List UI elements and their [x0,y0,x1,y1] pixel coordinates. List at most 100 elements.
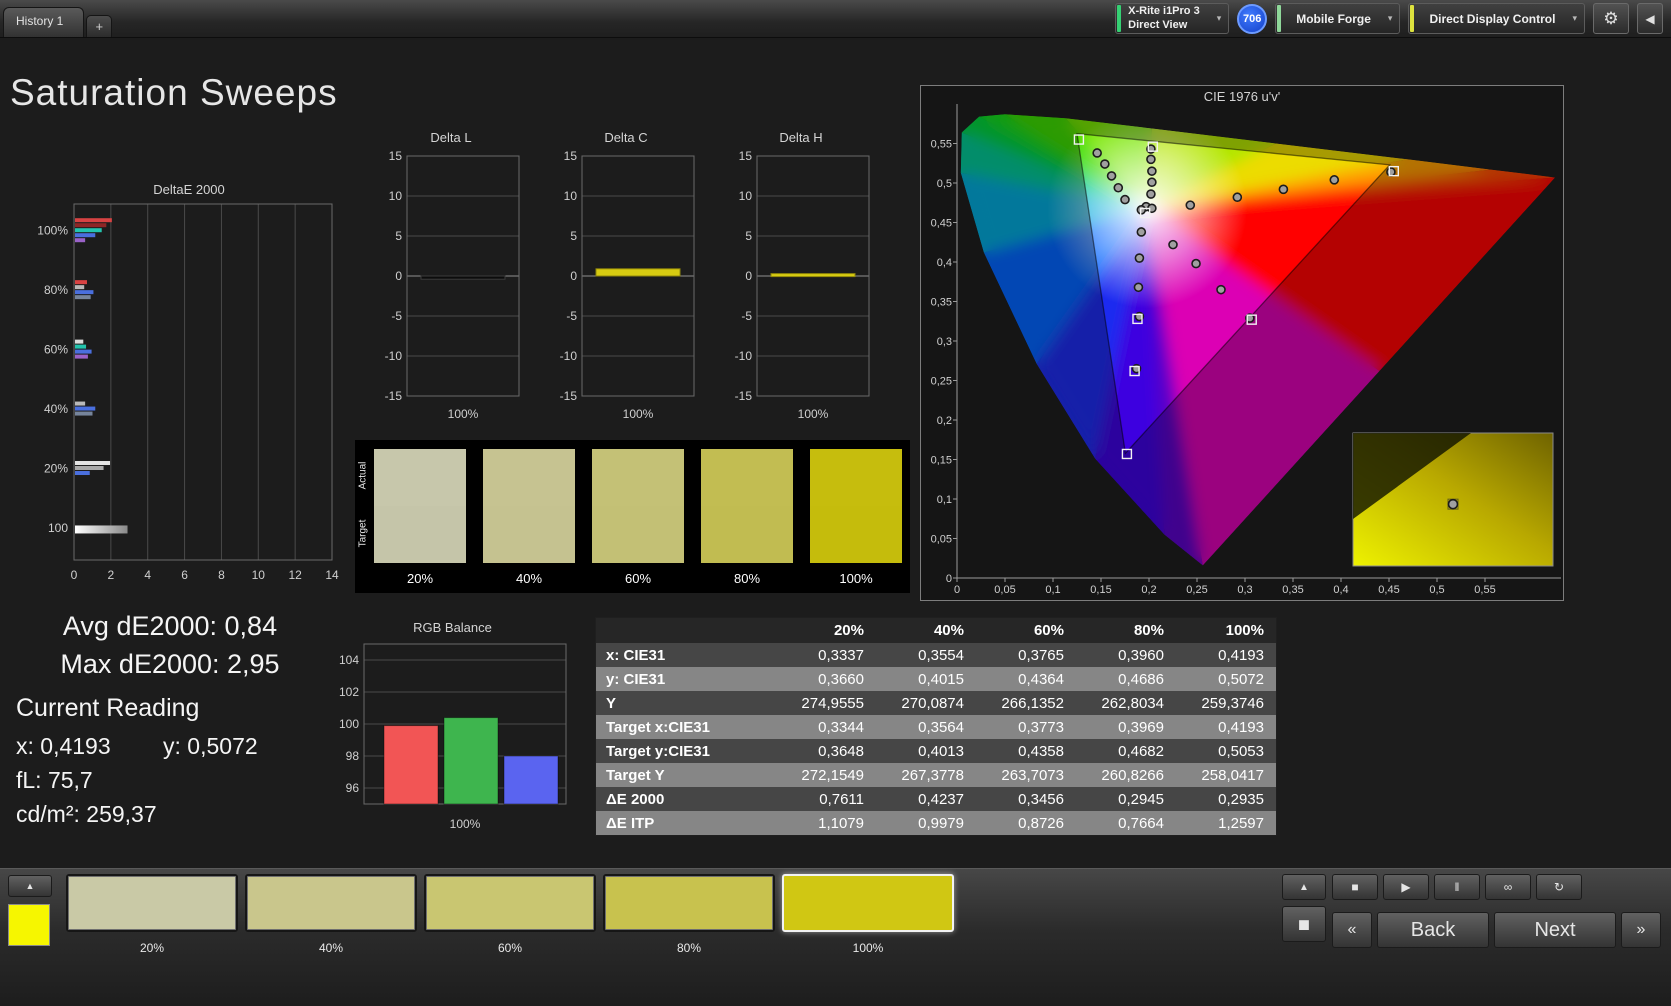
table-cell: 0,3765 [1018,646,1064,664]
pattern-swatch-20%[interactable]: 20% [66,874,238,955]
app-window: History 1 + X-Rite i1Pro 3 Direct View ▾… [0,0,1671,1006]
meter-dropdown[interactable]: X-Rite i1Pro 3 Direct View ▾ [1115,3,1230,34]
pause-icon[interactable]: ‖ [1434,874,1480,900]
pattern-swatch-100%[interactable]: 100% [782,874,954,955]
svg-text:0,45: 0,45 [1378,584,1399,596]
table-row: x: CIE31 0,3337 0,3554 0,3765 0,3960 0,4193 [596,643,1276,667]
nav-first-button[interactable]: « [1332,912,1372,948]
svg-text:6: 6 [181,568,188,582]
svg-text:0,2: 0,2 [1141,584,1156,596]
refresh-icon[interactable]: ↻ [1536,874,1582,900]
pattern-swatch-80%[interactable]: 80% [603,874,775,955]
svg-text:0,05: 0,05 [994,584,1015,596]
patch-label: 20% [406,571,434,586]
table-cell: 262,8034 [1101,694,1164,712]
table-row: y: CIE31 0,3660 0,4015 0,4364 0,4686 0,5072 [596,667,1276,691]
svg-text:0,35: 0,35 [1282,584,1303,596]
delta-l-chart-plot: 15 10 5 0 -5 -10 -15 100% [385,149,520,421]
custom-color-swatch[interactable] [8,904,50,946]
panel-scroll-up-button[interactable]: ▲ [1282,874,1326,900]
table-row: Target y:CIE31 0,3648 0,4013 0,4358 0,4682 0,… [596,739,1276,763]
delta-h-chart-title: Delta H [779,130,823,145]
avg-de2000: Avg dE2000: 0,84 [62,611,278,641]
table-cell: 1,1079 [818,814,864,832]
svg-text:4: 4 [144,568,151,582]
table-row-label: ΔE ITP [606,814,655,832]
patch-label: 60% [624,571,652,586]
rgb-balance-chart-plot: 96 98 100 102 104 100% [339,643,567,831]
source-name: Mobile Forge [1296,11,1371,26]
svg-text:40%: 40% [44,402,68,416]
actual-patch [592,449,684,506]
svg-text:-10: -10 [560,349,578,363]
patch-label: 100% [839,571,873,586]
svg-text:100%: 100% [798,407,829,421]
svg-text:15: 15 [389,149,403,163]
deltae-summary: Avg dE2000: 0,84 Max dE2000: 2,95 [28,608,312,684]
rgb-balance-chart: RGB Balance 96 98 100 102 104 100% [330,620,575,839]
meter-count-badge[interactable]: 706 [1237,3,1268,34]
measurement-table: 20% 40% 60% 80% 100% x: CIE31 0,3337 0,3554 0,37… [595,617,1277,836]
svg-text:5: 5 [745,229,752,243]
svg-text:100%: 100% [448,407,479,421]
actual-patch [810,449,902,506]
current-reading-title: Current Reading [16,694,200,722]
topbar-controls: X-Rite i1Pro 3 Direct View ▾ 706 Mobile … [1115,3,1671,37]
play-icon[interactable]: ▶ [1383,874,1429,900]
svg-text:98: 98 [346,749,360,763]
saturation-patch: 20% [374,449,466,586]
svg-text:0: 0 [946,573,952,585]
table-cell: 0,3648 [818,742,864,760]
nav-last-button[interactable]: » [1621,912,1661,948]
svg-text:0,55: 0,55 [1474,584,1495,596]
table-cell: 0,3564 [918,718,964,736]
add-tab-button[interactable]: + [86,15,113,37]
delta-h-chart: Delta H 15 10 5 0 -5 -10 -15 100% [725,130,877,441]
source-dropdown[interactable]: Mobile Forge ▾ [1275,3,1401,34]
collapse-panel-button[interactable]: ◀ [1637,3,1663,34]
table-cell: 1,2597 [1218,814,1264,832]
pattern-swatch-label: 40% [318,941,344,955]
back-button[interactable]: Back [1377,912,1489,948]
table-cell: 0,4682 [1118,742,1164,760]
table-cell: 272,1549 [801,766,864,784]
cie-diagram-plot: 00 0,05 0,05 0,1 0,1 0,15 0,15 0,2 0,2 0,25 0,25 0,… [931,104,1561,596]
table-row: Target Y 272,1549 267,3778 263,7073 260,8266… [596,763,1276,787]
table-cell: 0,3554 [918,646,964,664]
table-cell: 0,3456 [1018,790,1064,808]
pattern-swatch-60%[interactable]: 60% [424,874,596,955]
top-bar: History 1 + X-Rite i1Pro 3 Direct View ▾… [0,0,1671,38]
saturation-patch: 80% [701,449,793,586]
svg-text:102: 102 [339,685,359,699]
svg-text:100%: 100% [38,224,68,238]
chevron-left-icon: ◀ [1645,11,1655,26]
table-cell: 258,0417 [1201,766,1264,784]
layout-button[interactable]: ◼ [1282,906,1326,942]
continuous-icon[interactable]: ∞ [1485,874,1531,900]
pattern-swatch-color [603,874,775,932]
table-row-label: Target x:CIE31 [606,718,710,736]
table-cell: 0,4193 [1218,646,1264,664]
pattern-swatch-label: 100% [852,941,884,955]
saturation-patch: 40% [483,449,575,586]
table-cell: 0,5053 [1218,742,1264,760]
svg-text:10: 10 [739,189,753,203]
table-cell: 267,3778 [901,766,964,784]
stop-icon[interactable]: ■ [1332,874,1378,900]
tab-history[interactable]: History 1 [3,7,85,37]
pattern-swatch-40%[interactable]: 40% [245,874,417,955]
table-header-cell: 60% [1033,622,1064,639]
pattern-tools: ▲ [8,875,56,946]
next-button[interactable]: Next [1494,912,1616,948]
actual-patch [483,449,575,506]
svg-text:2: 2 [108,568,115,582]
table-cell: 0,5072 [1218,670,1264,688]
rgb-balance-chart-title: RGB Balance [413,620,492,635]
meter-mode: Direct View [1128,18,1188,31]
settings-button[interactable]: ⚙ [1593,3,1629,34]
table-cell: 260,8266 [1101,766,1164,784]
pattern-scroll-up-button[interactable]: ▲ [8,875,52,897]
meter-status-indicator [1117,5,1122,32]
current-reading: Current Reading x: 0,4193 y: 0,5072 fL: … [16,694,258,828]
display-control-dropdown[interactable]: Direct Display Control ▾ [1408,3,1585,34]
